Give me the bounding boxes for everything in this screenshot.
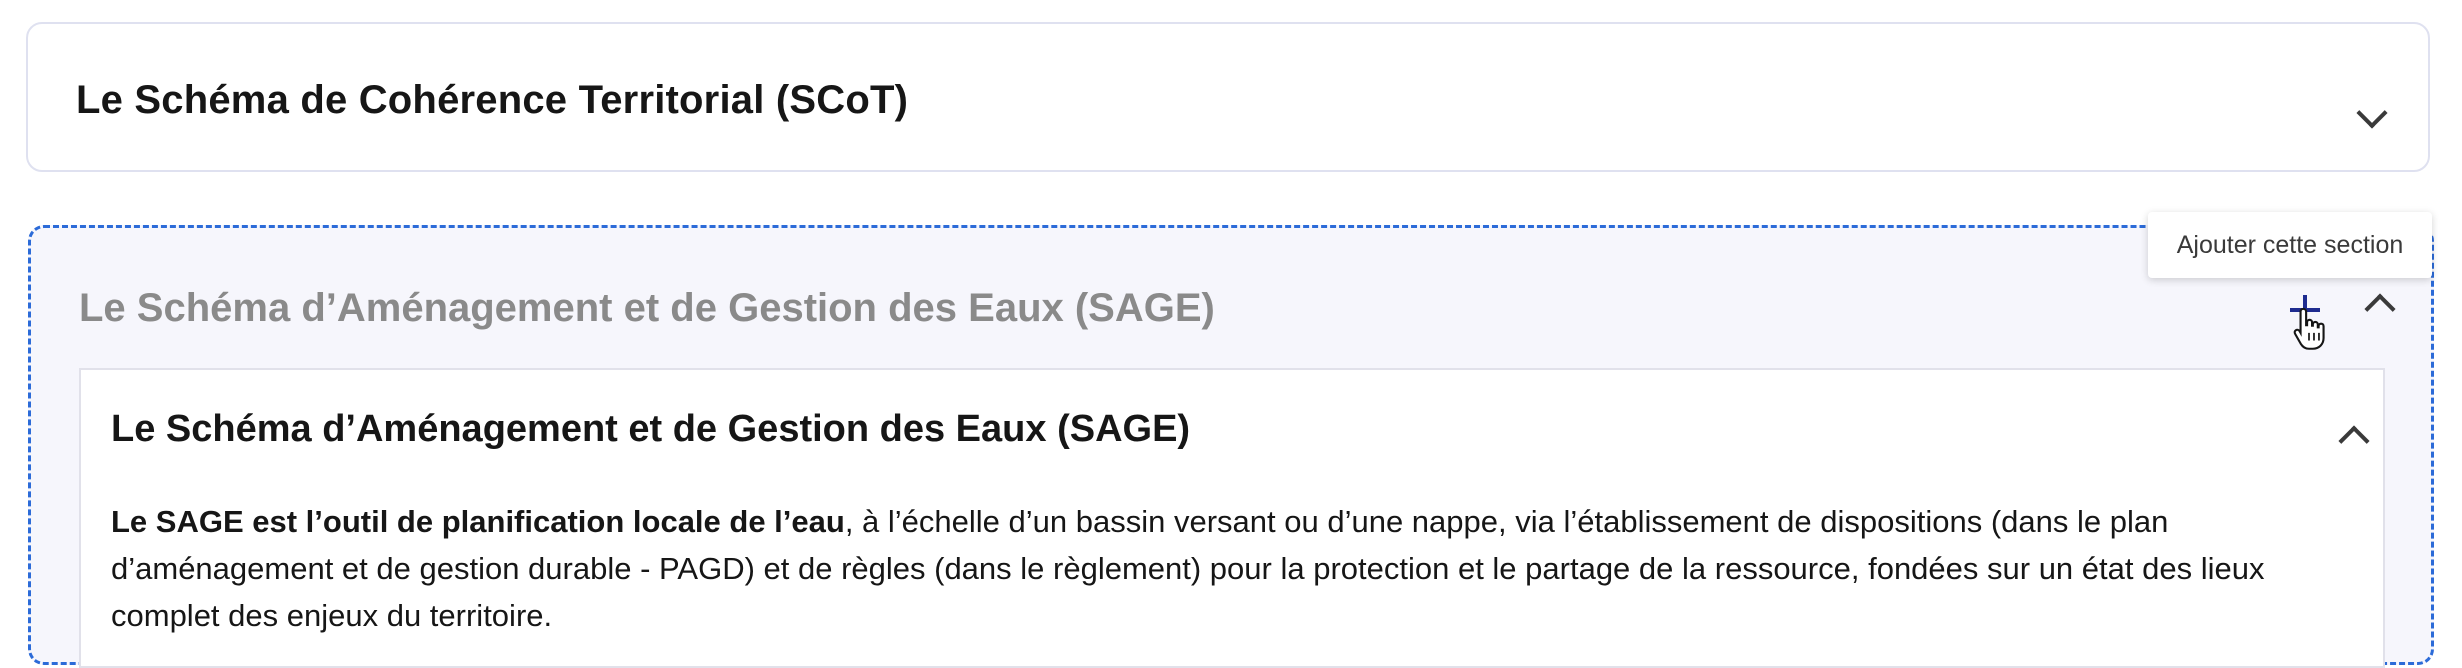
inner-section-title[interactable]: Le Schéma d’Aménagement et de Gestion de… xyxy=(111,408,1190,451)
section-description: Le SAGE est l’outil de planification loc… xyxy=(111,498,2361,639)
add-section-tooltip: Ajouter cette section xyxy=(2148,212,2432,278)
accordion-sage-dropzone: Le Schéma d’Aménagement et de Gestion de… xyxy=(28,225,2434,668)
hand-pointer-cursor-icon xyxy=(2293,307,2325,350)
accordion-sage-title: Le Schéma d’Aménagement et de Gestion de… xyxy=(79,286,1215,330)
description-bold: Le SAGE est l’outil de planification loc… xyxy=(111,504,845,539)
chevron-up-icon[interactable] xyxy=(2364,293,2396,325)
accordion-scot[interactable]: Le Schéma de Cohérence Territorial (SCoT… xyxy=(26,22,2430,172)
accordion-sage-inner: Le Schéma d’Aménagement et de Gestion de… xyxy=(79,368,2385,668)
accordion-scot-title[interactable]: Le Schéma de Cohérence Territorial (SCoT… xyxy=(76,78,908,123)
chevron-up-icon[interactable] xyxy=(2338,425,2370,457)
chevron-down-icon[interactable] xyxy=(2356,97,2388,129)
